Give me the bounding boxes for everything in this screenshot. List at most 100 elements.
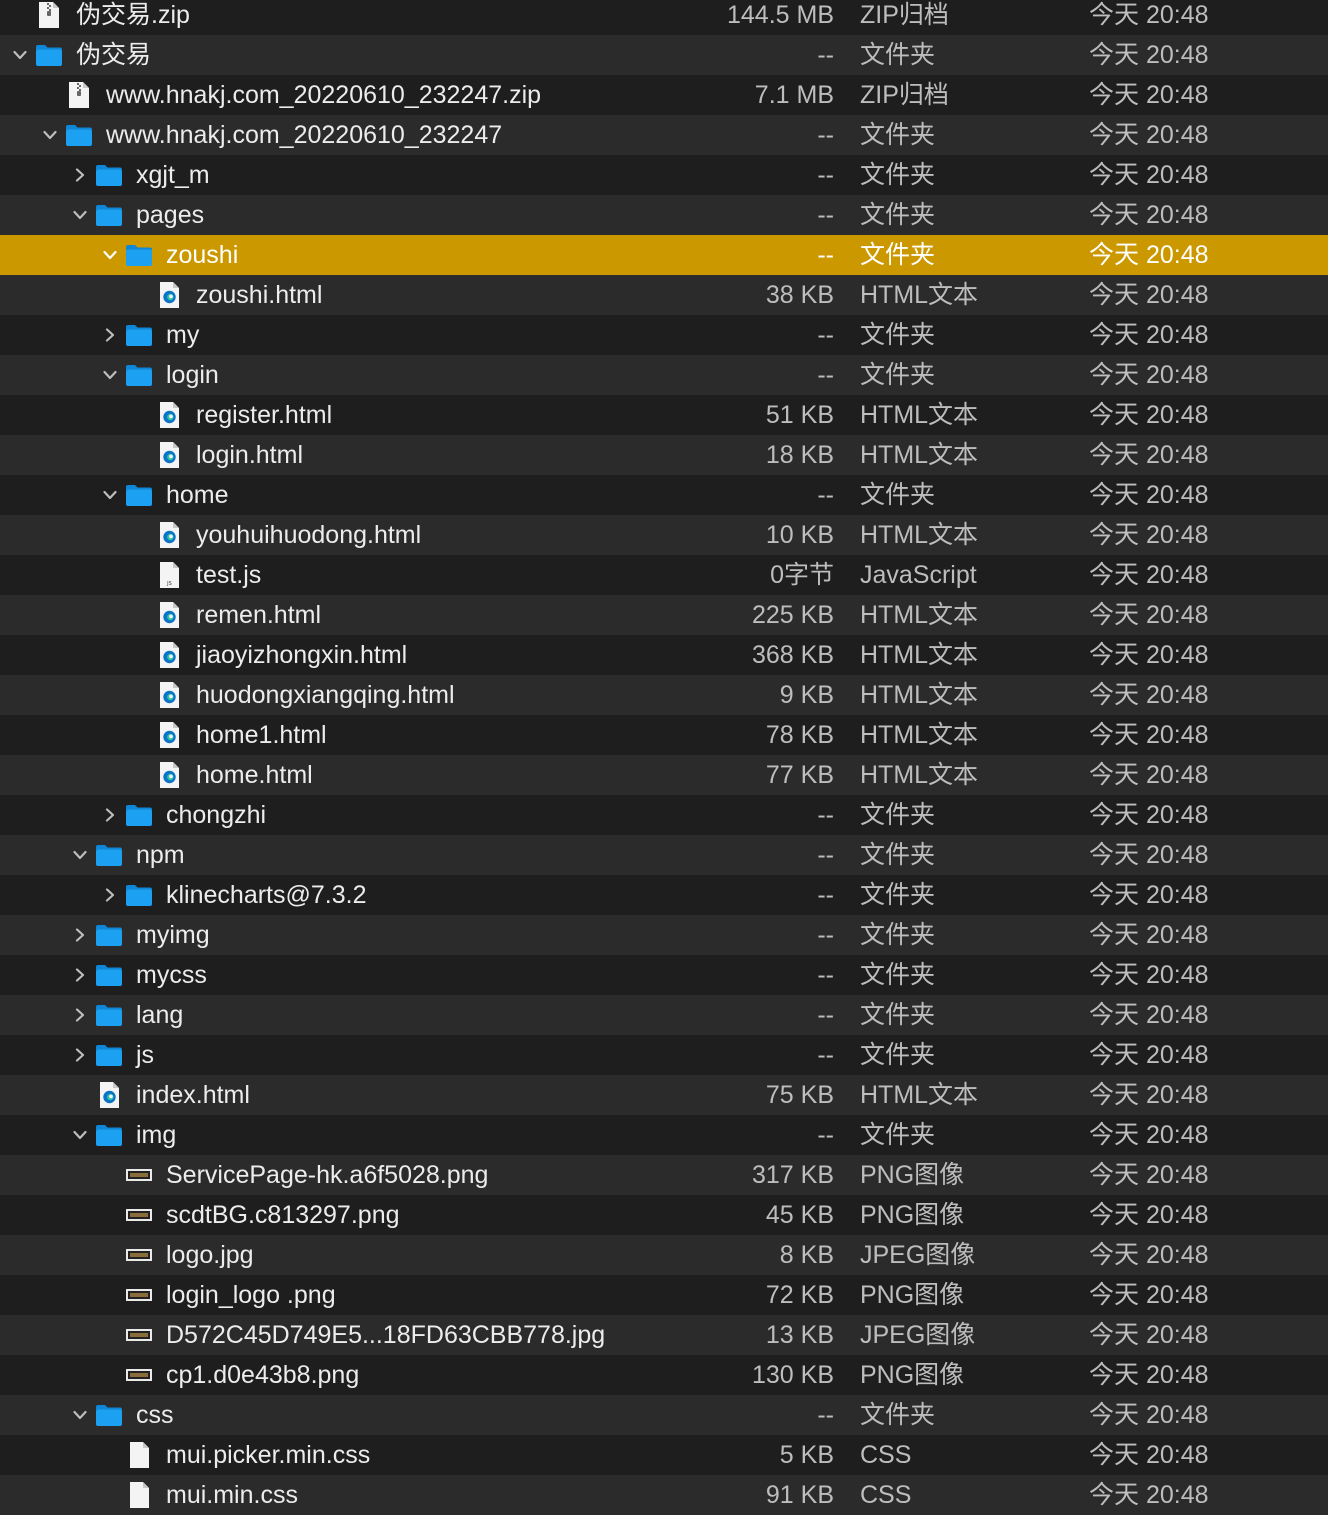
list-row[interactable]: login.html 18 KB HTML文本 今天 20:48	[0, 435, 1328, 475]
file-size: --	[817, 921, 834, 949]
list-row[interactable]: ServicePage-hk.a6f5028.png 317 KB PNG图像 今天 …	[0, 1155, 1328, 1195]
list-row[interactable]: login_logo .png 72 KB PNG图像 今天 20:48	[0, 1275, 1328, 1315]
date-modified: 今天 20:48	[1089, 1321, 1209, 1349]
list-row[interactable]: www.hnakj.com_20220610_232247.zip 7.1 MB Z…	[0, 75, 1328, 115]
file-kind: 文件夹	[860, 1401, 936, 1429]
file-size: 9 KB	[779, 681, 834, 709]
list-row[interactable]: klinecharts@7.3.2 -- 文件夹 今天 20:48	[0, 875, 1328, 915]
chevron-right-icon[interactable]	[68, 963, 92, 987]
list-row[interactable]: register.html 51 KB HTML文本 今天 20:48	[0, 395, 1328, 435]
html-file-icon	[94, 1080, 124, 1110]
list-row[interactable]: remen.html 225 KB HTML文本 今天 20:48	[0, 595, 1328, 635]
file-size: --	[817, 1121, 834, 1149]
chevron-down-icon[interactable]	[98, 483, 122, 507]
file-name: mycss	[136, 961, 207, 989]
file-size: --	[817, 841, 834, 869]
folder-icon	[94, 160, 124, 190]
list-row[interactable]: mycss -- 文件夹 今天 20:48	[0, 955, 1328, 995]
date-modified: 今天 20:48	[1089, 641, 1209, 669]
file-name: zoushi	[166, 241, 239, 269]
list-row[interactable]: js -- 文件夹 今天 20:48	[0, 1035, 1328, 1075]
list-row[interactable]: xgjt_m -- 文件夹 今天 20:48	[0, 155, 1328, 195]
list-row[interactable]: www.hnakj.com_20220610_232247 -- 文件夹 今天 20:…	[0, 115, 1328, 155]
chevron-down-icon[interactable]	[98, 243, 122, 267]
file-kind: 文件夹	[860, 321, 936, 349]
date-modified: 今天 20:48	[1089, 1001, 1209, 1029]
date-modified: 今天 20:48	[1089, 401, 1209, 429]
list-row[interactable]: jiaoyizhongxin.html 368 KB HTML文本 今天 20:48	[0, 635, 1328, 675]
chevron-right-icon[interactable]	[98, 883, 122, 907]
file-name: img	[136, 1121, 177, 1149]
chevron-down-icon[interactable]	[68, 843, 92, 867]
list-row[interactable]: css -- 文件夹 今天 20:48	[0, 1395, 1328, 1435]
date-modified: 今天 20:48	[1089, 881, 1209, 909]
file-size: 317 KB	[751, 1161, 834, 1189]
list-row[interactable]: youhuihuodong.html 10 KB HTML文本 今天 20:48	[0, 515, 1328, 555]
chevron-down-icon[interactable]	[68, 1123, 92, 1147]
list-row[interactable]: home1.html 78 KB HTML文本 今天 20:48	[0, 715, 1328, 755]
list-row[interactable]: lang -- 文件夹 今天 20:48	[0, 995, 1328, 1035]
file-name: js	[136, 1041, 155, 1069]
list-row[interactable]: cp1.d0e43b8.png 130 KB PNG图像 今天 20:48	[0, 1355, 1328, 1395]
file-kind: HTML文本	[860, 721, 979, 749]
list-row[interactable]: img -- 文件夹 今天 20:48	[0, 1115, 1328, 1155]
file-name: mui.min.css	[166, 1481, 298, 1509]
file-size: --	[817, 801, 834, 829]
list-row[interactable]: login -- 文件夹 今天 20:48	[0, 355, 1328, 395]
list-row[interactable]: chongzhi -- 文件夹 今天 20:48	[0, 795, 1328, 835]
file-kind: PNG图像	[860, 1201, 965, 1229]
file-kind: 文件夹	[860, 1041, 936, 1069]
list-row[interactable]: logo.jpg 8 KB JPEG图像 今天 20:48	[0, 1235, 1328, 1275]
date-modified: 今天 20:48	[1089, 1201, 1209, 1229]
js-file-icon: JS	[154, 560, 184, 590]
file-name: login	[166, 361, 219, 389]
list-row[interactable]: index.html 75 KB HTML文本 今天 20:48	[0, 1075, 1328, 1115]
document-icon	[124, 1440, 154, 1470]
chevron-down-icon[interactable]	[98, 363, 122, 387]
chevron-down-icon[interactable]	[38, 123, 62, 147]
file-kind: HTML文本	[860, 601, 979, 629]
file-size: --	[817, 361, 834, 389]
list-row[interactable]: JS test.js 0字节 JavaScript 今天 20:48	[0, 555, 1328, 595]
chevron-right-icon[interactable]	[68, 163, 92, 187]
list-row[interactable]: mui.picker.min.css 5 KB CSS 今天 20:48	[0, 1435, 1328, 1475]
list-row[interactable]: myimg -- 文件夹 今天 20:48	[0, 915, 1328, 955]
list-row[interactable]: zoushi.html 38 KB HTML文本 今天 20:48	[0, 275, 1328, 315]
chevron-right-icon[interactable]	[98, 803, 122, 827]
list-row[interactable]: home -- 文件夹 今天 20:48	[0, 475, 1328, 515]
file-name: myimg	[136, 921, 210, 949]
date-modified: 今天 20:48	[1089, 361, 1209, 389]
list-row[interactable]: home.html 77 KB HTML文本 今天 20:48	[0, 755, 1328, 795]
file-name: login.html	[196, 441, 303, 469]
list-row[interactable]: D572C45D749E5...18FD63CBB778.jpg 13 KB JPE…	[0, 1315, 1328, 1355]
list-row[interactable]: pages -- 文件夹 今天 20:48	[0, 195, 1328, 235]
date-modified: 今天 20:48	[1089, 1, 1209, 29]
chevron-right-icon[interactable]	[68, 1003, 92, 1027]
file-name: register.html	[196, 401, 333, 429]
list-row[interactable]: huodongxiangqing.html 9 KB HTML文本 今天 20:48	[0, 675, 1328, 715]
chevron-right-icon[interactable]	[68, 1043, 92, 1067]
file-size: 144.5 MB	[726, 1, 834, 29]
chevron-down-icon[interactable]	[68, 203, 92, 227]
list-row[interactable]: mui.min.css 91 KB CSS 今天 20:48	[0, 1475, 1328, 1515]
list-row[interactable]: 伪交易.zip 144.5 MB ZIP归档 今天 20:48	[0, 0, 1328, 35]
finder-list-view[interactable]: 伪交易.zip 144.5 MB ZIP归档 今天 20:48 伪交易 -- 文件夹 今天 2…	[0, 0, 1328, 1515]
list-row[interactable]: 伪交易 -- 文件夹 今天 20:48	[0, 35, 1328, 75]
file-kind: 文件夹	[860, 921, 936, 949]
list-row[interactable]: scdtBG.c813297.png 45 KB PNG图像 今天 20:48	[0, 1195, 1328, 1235]
file-name: 伪交易.zip	[76, 1, 190, 29]
file-name: home	[166, 481, 229, 509]
list-row-selected[interactable]: zoushi -- 文件夹 今天 20:48	[0, 235, 1328, 275]
file-name: logo.jpg	[166, 1241, 254, 1269]
chevron-down-icon[interactable]	[8, 43, 32, 67]
file-kind: JavaScript	[860, 561, 977, 589]
document-icon	[124, 1480, 154, 1510]
file-kind: 文件夹	[860, 361, 936, 389]
chevron-right-icon[interactable]	[98, 323, 122, 347]
chevron-right-icon[interactable]	[68, 923, 92, 947]
file-name: scdtBG.c813297.png	[166, 1201, 400, 1229]
chevron-down-icon[interactable]	[68, 1403, 92, 1427]
list-row[interactable]: my -- 文件夹 今天 20:48	[0, 315, 1328, 355]
list-row[interactable]: npm -- 文件夹 今天 20:48	[0, 835, 1328, 875]
file-kind: 文件夹	[860, 841, 936, 869]
